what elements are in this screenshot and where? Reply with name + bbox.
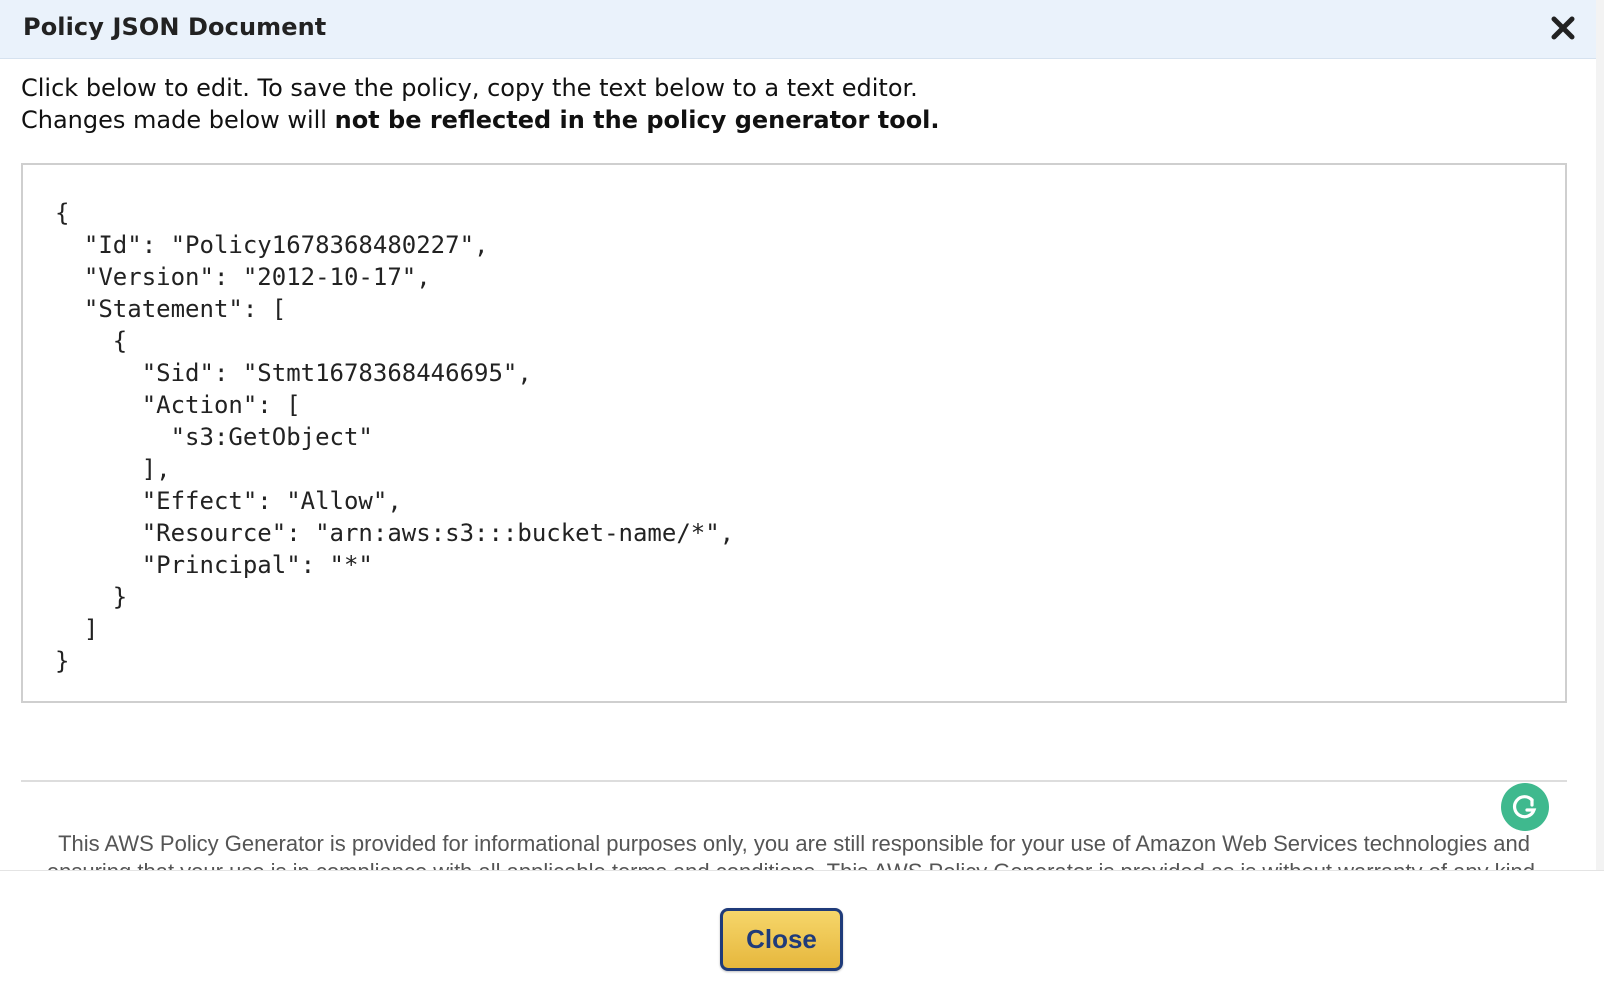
instructions-line-2: Changes made below will not be reflected… — [21, 104, 940, 136]
dialog-title-bar: Policy JSON Document — [0, 0, 1596, 59]
instructions-text: Click below to edit. To save the policy,… — [21, 72, 940, 136]
instructions-line-2-bold: not be reflected in the policy generator… — [334, 106, 940, 134]
policy-json-editor[interactable]: { "Id": "Policy1678368480227", "Version"… — [21, 163, 1567, 831]
policy-json-text[interactable]: { "Id": "Policy1678368480227", "Version"… — [55, 197, 734, 677]
policy-json-dialog: Policy JSON Document Click below to edit… — [0, 0, 1604, 990]
grammarly-icon[interactable] — [1501, 783, 1549, 831]
dialog-title: Policy JSON Document — [23, 13, 327, 41]
instructions-line-2-prefix: Changes made below will — [21, 106, 335, 134]
close-button[interactable]: Close — [720, 908, 843, 971]
dialog-scrollbar[interactable] — [1596, 0, 1604, 870]
disclaimer-text: This AWS Policy Generator is provided fo… — [47, 831, 1541, 870]
section-divider — [21, 780, 1567, 782]
close-x-icon[interactable] — [1549, 14, 1577, 42]
dialog-footer: Close — [0, 870, 1604, 990]
close-x-icon-graphic — [1551, 16, 1575, 40]
instructions-line-1: Click below to edit. To save the policy,… — [21, 74, 918, 102]
grammarly-icon-graphic — [1512, 795, 1537, 819]
